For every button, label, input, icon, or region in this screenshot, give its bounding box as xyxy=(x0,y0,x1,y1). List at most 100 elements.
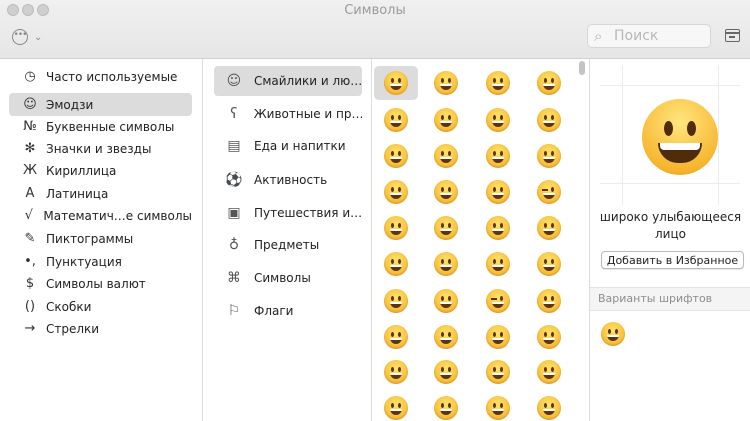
search-input[interactable] xyxy=(614,27,704,45)
sidebar-item-letterlike[interactable]: № Буквенные символы xyxy=(9,115,192,138)
slightly-smiling-icon xyxy=(434,180,458,204)
emoji-cell[interactable] xyxy=(424,391,468,421)
sidebar-item-emoji[interactable]: ☺ Эмодзи xyxy=(9,93,192,116)
emoji-cell[interactable] xyxy=(424,211,468,245)
emoji-cell[interactable] xyxy=(527,320,571,354)
emoji-cell[interactable] xyxy=(527,284,571,318)
category-food-drink[interactable]: ▤ Еда и напитки xyxy=(214,131,362,161)
emoji-cell[interactable] xyxy=(476,247,520,281)
category-smileys-people[interactable]: ☺ Смайлики и лю… xyxy=(214,66,362,96)
emoji-cell[interactable] xyxy=(476,211,520,245)
lightbulb-icon: ♁ xyxy=(228,237,240,253)
sidebar-item-arrows[interactable]: → Стрелки xyxy=(9,317,192,340)
category-animals-nature[interactable]: ʕ Животные и пр… xyxy=(214,99,362,129)
row10-b-icon xyxy=(434,396,458,420)
emoji-cell[interactable] xyxy=(374,391,418,421)
sidebar-item-bullets-stars[interactable]: ✻ Значки и звезды xyxy=(9,137,192,160)
category-activity[interactable]: ⚽ Активность xyxy=(214,165,362,195)
emoji-cell[interactable] xyxy=(424,284,468,318)
emoji-cell[interactable] xyxy=(476,175,520,209)
category-travel-places[interactable]: ▣ Путешествия и… xyxy=(214,198,362,228)
emoji-cell[interactable] xyxy=(424,355,468,389)
raised-eyebrow-icon xyxy=(384,325,408,349)
row10-a-icon xyxy=(384,396,408,420)
emoji-cell[interactable] xyxy=(374,320,418,354)
row10-c-icon xyxy=(486,396,510,420)
emoji-cell[interactable] xyxy=(424,139,468,173)
tears-of-joy-icon xyxy=(537,108,561,132)
more-options-button[interactable]: ••• ⌄ xyxy=(12,28,42,46)
sidebar-item-label: Часто используемые xyxy=(46,69,178,84)
kissing-smiling-eyes-icon xyxy=(434,252,458,276)
scroll-thumb[interactable] xyxy=(579,61,585,75)
emoji-cell[interactable] xyxy=(424,103,468,137)
emoji-cell[interactable] xyxy=(424,247,468,281)
heart-eyes-icon xyxy=(434,216,458,240)
category-flags[interactable]: ⚐ Флаги xyxy=(214,296,362,326)
toggle-panel-button[interactable] xyxy=(725,29,740,42)
emoji-cell[interactable] xyxy=(527,391,571,421)
sidebar-item-pictographs[interactable]: ✎ Пиктограммы xyxy=(9,227,192,250)
winking-tongue-icon xyxy=(486,289,510,313)
emoji-cell[interactable] xyxy=(527,103,571,137)
emoji-cell[interactable] xyxy=(527,247,571,281)
emoji-cell[interactable] xyxy=(374,247,418,281)
unamused-icon xyxy=(537,360,561,384)
emoji-cell[interactable] xyxy=(374,175,418,209)
emoji-cell[interactable] xyxy=(424,320,468,354)
flag-icon: ⚐ xyxy=(227,303,241,319)
grinning-face-icon xyxy=(384,71,408,95)
emoji-cell[interactable] xyxy=(476,320,520,354)
relieved-icon xyxy=(384,216,408,240)
emoji-cell[interactable] xyxy=(476,391,520,421)
emoji-cell[interactable] xyxy=(424,66,468,100)
emoji-cell[interactable] xyxy=(374,355,418,389)
emoji-cell[interactable] xyxy=(527,211,571,245)
emoji-preview xyxy=(600,65,740,205)
cyrillic-zhe-icon: Ж xyxy=(22,163,37,178)
grinning-face-preview-icon xyxy=(642,99,718,175)
emoji-cell[interactable] xyxy=(527,175,571,209)
emoji-cell[interactable] xyxy=(374,284,418,318)
emoji-cell[interactable] xyxy=(374,211,418,245)
emoji-cell[interactable] xyxy=(476,66,520,100)
font-variants-title: Варианты шрифтов xyxy=(598,292,713,305)
emoji-cell[interactable] xyxy=(374,103,418,137)
emoji-cell[interactable] xyxy=(527,66,571,100)
emoji-categories: ☺ Смайлики и лю… ʕ Животные и пр… ▤ Еда … xyxy=(203,59,372,421)
emoji-cell[interactable] xyxy=(527,139,571,173)
sidebar-item-currency[interactable]: $ Символы валют xyxy=(9,272,192,295)
emoji-cell[interactable] xyxy=(374,139,418,173)
sidebar-item-math[interactable]: √ Математич…е символы xyxy=(9,204,192,227)
emoji-cell[interactable] xyxy=(476,103,520,137)
smiling-eyes-icon xyxy=(537,144,561,168)
sidebar-item-frequently-used[interactable]: ◷ Часто используемые xyxy=(9,65,192,88)
sidebar-item-brackets[interactable]: () Скобки xyxy=(9,295,192,318)
partying-icon xyxy=(486,360,510,384)
search-field[interactable]: ⌕ xyxy=(587,24,711,48)
monocle-icon xyxy=(434,325,458,349)
emoji-cell[interactable] xyxy=(476,139,520,173)
emoji-cell[interactable] xyxy=(527,355,571,389)
emoji-cell[interactable] xyxy=(374,66,418,100)
sidebar-item-punctuation[interactable]: •, Пунктуация xyxy=(9,250,192,273)
category-symbols[interactable]: ⌘ Символы xyxy=(214,263,362,293)
emoji-grid-scrollbar[interactable] xyxy=(577,59,587,421)
blowing-kiss-icon xyxy=(537,216,561,240)
add-to-favorites-button[interactable]: Добавить в Избранное xyxy=(601,251,744,269)
emoji-cell[interactable] xyxy=(476,355,520,389)
symbols-icon: ⌘ xyxy=(227,270,241,286)
emoji-cell[interactable] xyxy=(476,284,520,318)
upside-down-icon xyxy=(486,180,510,204)
beaming-face-icon xyxy=(537,71,561,95)
car-icon: ▣ xyxy=(227,205,241,221)
font-variant-item[interactable] xyxy=(601,322,625,346)
sidebar-item-latin[interactable]: A Латиница xyxy=(9,182,192,205)
nerd-icon xyxy=(486,325,510,349)
sidebar-item-cyrillic[interactable]: Ж Кириллица xyxy=(9,159,192,182)
row10-d-icon xyxy=(537,396,561,420)
category-objects[interactable]: ♁ Предметы xyxy=(214,230,362,260)
emoji-cell[interactable] xyxy=(424,175,468,209)
sidebar-item-label: Стрелки xyxy=(46,321,100,336)
squinting-laughing-icon xyxy=(384,108,408,132)
